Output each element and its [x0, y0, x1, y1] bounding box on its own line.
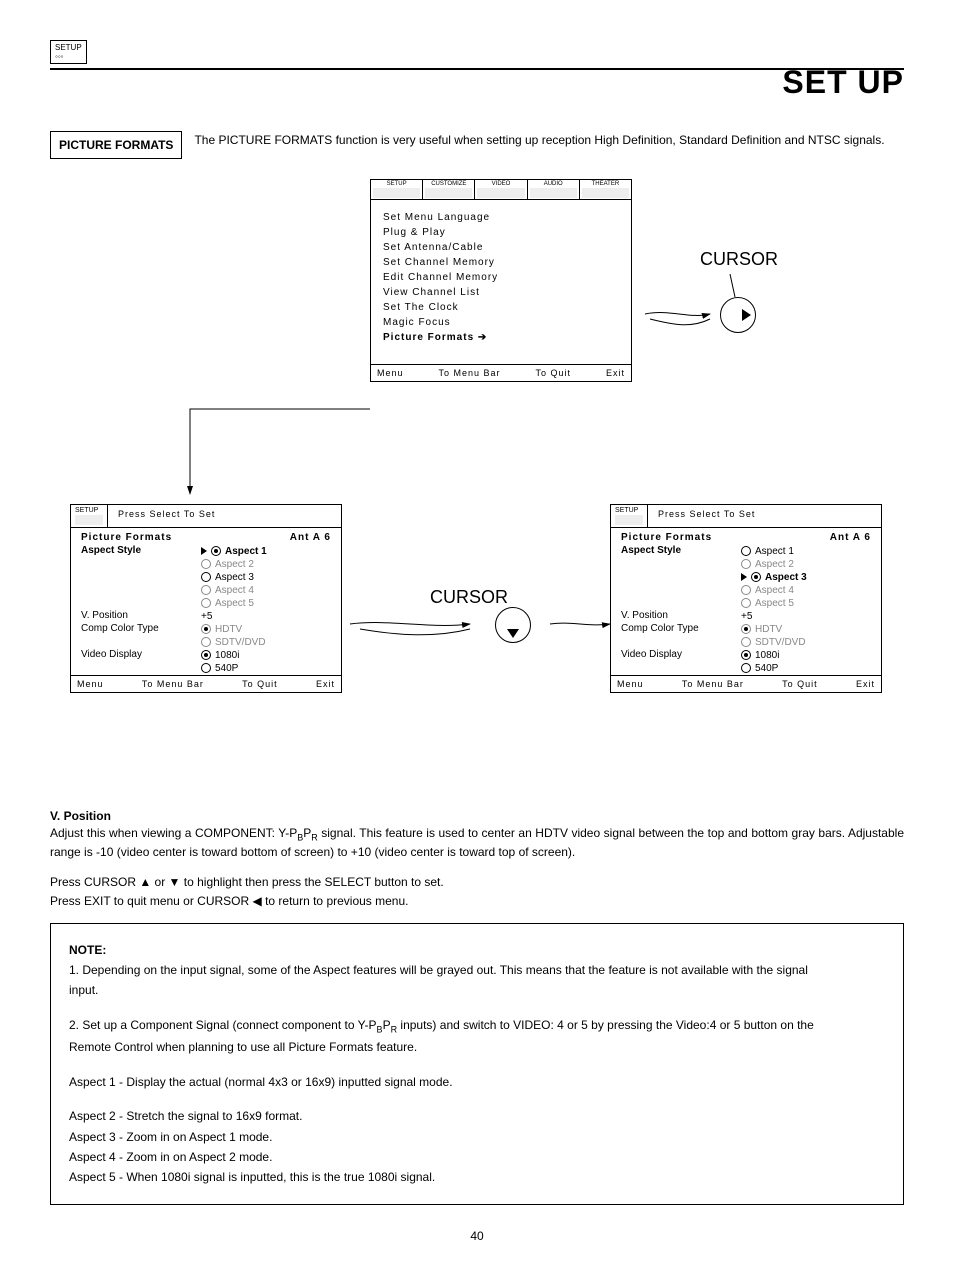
page-title: SET UP — [50, 64, 904, 101]
vposition-para3: Press EXIT to quit menu or CURSOR ◀ to r… — [50, 893, 904, 910]
menu-item-active: Picture Formats ➔ — [383, 330, 619, 345]
cursor-label-top: CURSOR — [700, 249, 778, 270]
note-item-1: 1. Depending on the input signal, some o… — [69, 960, 829, 1001]
osd-tabs: SETUP CUSTOMIZE VIDEO AUDIO THEATER — [371, 180, 631, 200]
menu-item: Set The Clock — [383, 300, 619, 315]
picture-formats-box: PICTURE FORMATS — [50, 131, 182, 159]
menu-item: Set Menu Language — [383, 210, 619, 225]
intro-text: The PICTURE FORMATS function is very use… — [194, 131, 904, 149]
aspect-desc-3: Aspect 3 - Zoom in on Aspect 1 mode. — [69, 1127, 829, 1147]
vposition-para1: Adjust this when viewing a COMPONENT: Y-… — [50, 825, 904, 862]
note-item-2: 2. Set up a Component Signal (connect co… — [69, 1015, 829, 1058]
cursor-label-mid: CURSOR — [430, 587, 508, 608]
osd-main: SETUP CUSTOMIZE VIDEO AUDIO THEATER Set … — [370, 179, 632, 382]
cursor-down-icon — [495, 607, 531, 643]
vposition-para2: Press CURSOR ▲ or ▼ to highlight then pr… — [50, 874, 904, 891]
menu-item: Plug & Play — [383, 225, 619, 240]
menu-item: Set Channel Memory — [383, 255, 619, 270]
diagram-area: CURSOR SETUP CUSTOMIZE VIDEO AUDIO THEAT… — [50, 179, 904, 799]
vposition-head: V. Position — [50, 809, 904, 823]
note-box: NOTE: 1. Depending on the input signal, … — [50, 923, 904, 1205]
page-number: 40 — [50, 1229, 904, 1243]
osd-pf-right: SETUP Press Select To Set Picture Format… — [610, 504, 882, 693]
cursor-right-icon — [720, 297, 756, 333]
aspect-desc-4: Aspect 4 - Zoom in on Aspect 2 mode. — [69, 1147, 829, 1167]
aspect-desc-5: Aspect 5 - When 1080i signal is inputted… — [69, 1167, 829, 1187]
menu-item: Edit Channel Memory — [383, 270, 619, 285]
menu-item: Magic Focus — [383, 315, 619, 330]
menu-item: Set Antenna/Cable — [383, 240, 619, 255]
osd-pf-left: SETUP Press Select To Set Picture Format… — [70, 504, 342, 693]
aspect-desc-2: Aspect 2 - Stretch the signal to 16x9 fo… — [69, 1106, 829, 1126]
aspect-desc-1: Aspect 1 - Display the actual (normal 4x… — [69, 1072, 829, 1092]
menu-item: View Channel List — [383, 285, 619, 300]
setup-corner-icon: SETUP◦◦◦ — [50, 40, 87, 64]
